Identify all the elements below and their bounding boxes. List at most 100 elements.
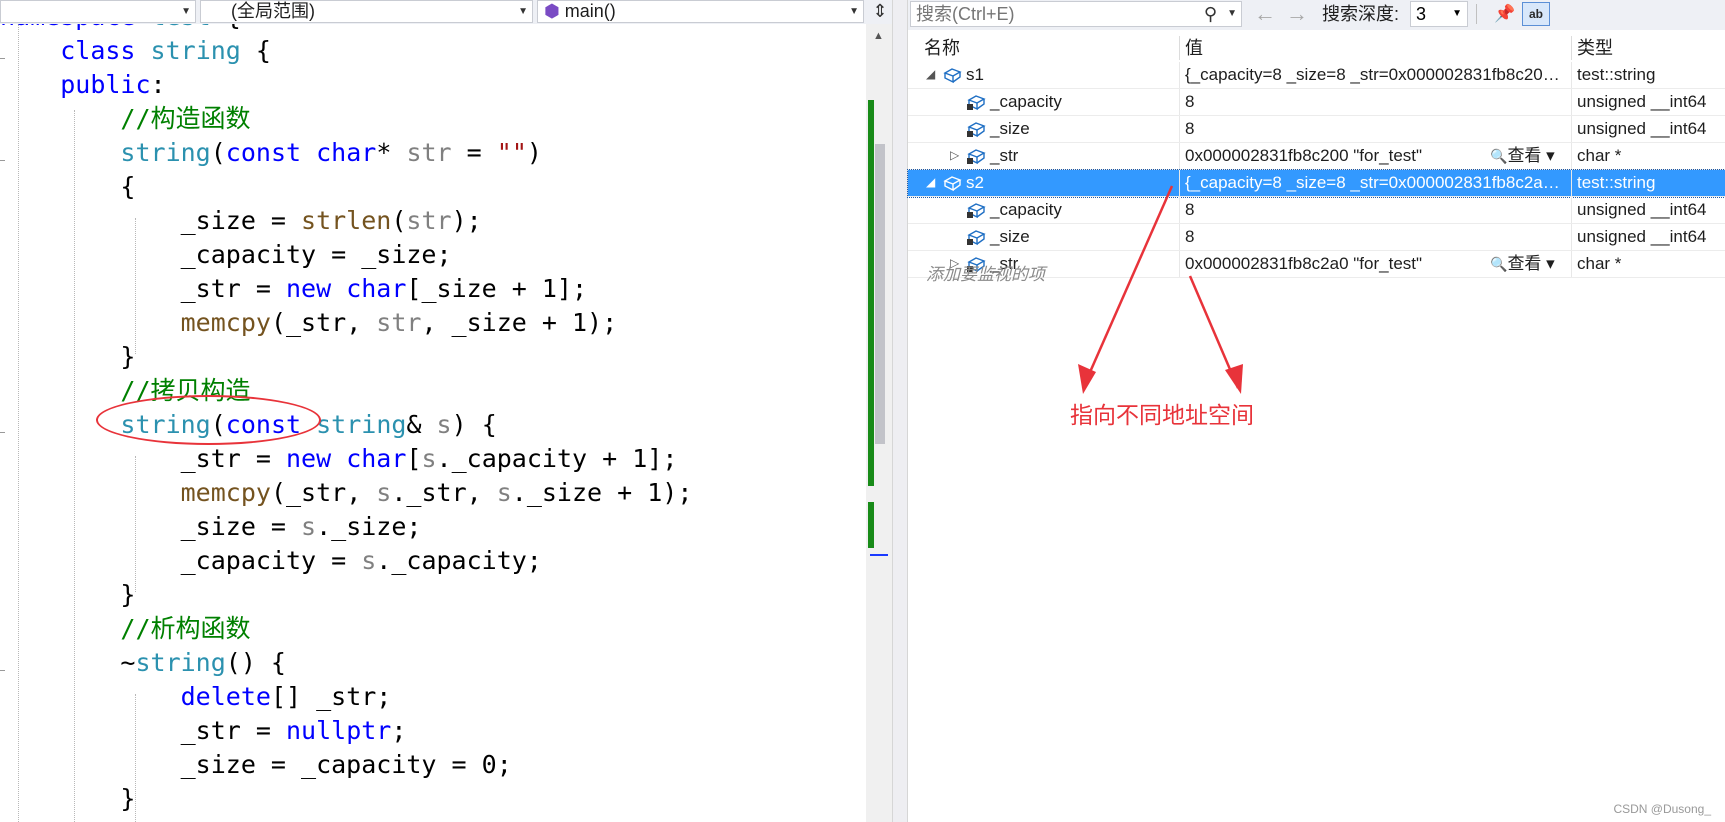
hex-display-icon[interactable]: ab [1522, 2, 1550, 26]
expand-toggle-icon[interactable]: ▷ [950, 143, 959, 168]
column-divider [1571, 89, 1572, 115]
annotation-circle [96, 395, 321, 445]
column-divider [1179, 197, 1180, 223]
watch-row[interactable]: ▷ _str 0x000002831fb8c200 "for_test" 🔍查看 ▾ c… [908, 143, 1725, 170]
visualizer-button[interactable]: 🔍查看 ▾ [1490, 251, 1555, 277]
watch-row-value[interactable]: 8 [1185, 197, 1565, 222]
watch-row[interactable]: _size 8 unsigned __int64 [908, 116, 1725, 143]
search-depth-select[interactable]: 3 ▼ [1410, 1, 1468, 27]
code-line: _str = new char[_size + 1]; [0, 274, 588, 303]
code-line: public: [60, 70, 166, 99]
add-watch-item[interactable]: 添加要监视的项 [926, 262, 1045, 288]
column-divider[interactable] [1179, 36, 1180, 60]
change-marker [868, 502, 874, 548]
code-editor[interactable]: namespace test { class string { public: … [0, 24, 866, 822]
expand-toggle-icon[interactable]: ◢ [926, 170, 935, 195]
column-divider [1179, 89, 1180, 115]
chevron-down-icon: ▾ [1541, 254, 1555, 273]
panel-splitter[interactable] [892, 0, 908, 822]
visualizer-label: 查看 [1507, 146, 1542, 165]
code-line: string(const char* str = "") [120, 138, 542, 167]
chevron-down-icon[interactable]: ▼ [1227, 2, 1237, 26]
code-line: _str = new char[s._capacity + 1]; [0, 444, 678, 473]
watch-row-value[interactable]: {_capacity=8 _size=8 _str=0x000002831fb8… [1185, 170, 1565, 195]
visualizer-label: 查看 [1507, 254, 1542, 273]
code-line: //构造函数 [120, 104, 251, 133]
column-divider [1571, 251, 1572, 277]
watch-row[interactable]: ◢ s2 {_capacity=8 _size=8 _str=0x000002831… [907, 169, 1725, 198]
column-divider[interactable] [1571, 36, 1572, 60]
watch-row-type: test::string [1577, 173, 1656, 192]
watch-row-type: unsigned __int64 [1577, 200, 1707, 219]
code-line: //拷贝构造 [120, 376, 251, 405]
scroll-up-icon[interactable]: ▲ [873, 30, 884, 42]
change-marker [868, 100, 874, 486]
project-dropdown[interactable]: ▼ [0, 0, 196, 23]
search-icon[interactable]: ⚲ [1204, 2, 1217, 26]
column-divider [1179, 224, 1180, 250]
watch-row-type: char * [1577, 146, 1622, 165]
watch-row-value[interactable]: 0x000002831fb8c200 "for_test" [1185, 143, 1475, 168]
code-line: } [0, 784, 136, 813]
watch-row-name: _capacity [990, 92, 1062, 111]
watch-row-value[interactable]: 0x000002831fb8c2a0 "for_test" [1185, 251, 1475, 276]
watch-row-value[interactable]: {_capacity=8 _size=8 _str=0x000002831fb8… [1185, 62, 1565, 87]
code-line: ~string() { [0, 648, 286, 677]
watch-row-value[interactable]: 8 [1185, 224, 1565, 249]
search-previous-button[interactable]: ← [1254, 2, 1276, 26]
member-dropdown[interactable]: ⬢ main() ▼ [537, 0, 864, 23]
watch-row-name: _size [990, 227, 1030, 246]
object-icon [943, 68, 962, 84]
watch-row-name: _capacity [990, 200, 1062, 219]
code-line: { [0, 172, 136, 201]
code-line: //析构函数 [120, 614, 251, 643]
column-divider [1571, 170, 1572, 196]
column-divider [1571, 116, 1572, 142]
search-depth-label: 搜索深度: [1322, 4, 1400, 24]
visualizer-button[interactable]: 🔍查看 ▾ [1490, 143, 1555, 169]
column-divider [1571, 224, 1572, 250]
watch-rows: ◢ s1 {_capacity=8 _size=8 _str=0x000002831… [907, 62, 1725, 278]
column-divider [1179, 170, 1180, 196]
watch-row[interactable]: _size 8 unsigned __int64 [908, 224, 1725, 251]
column-header-name[interactable]: 名称 [924, 34, 960, 62]
watch-search-input[interactable]: 搜索(Ctrl+E) ⚲ ▼ [910, 1, 1242, 27]
column-header-value[interactable]: 值 [1185, 34, 1203, 62]
split-window-button[interactable]: ⇕ [868, 0, 892, 23]
column-divider [1571, 197, 1572, 223]
watch-row-name: s1 [966, 65, 984, 84]
watch-row[interactable]: _capacity 8 unsigned __int64 [908, 89, 1725, 116]
watch-window: 搜索(Ctrl+E) ⚲ ▼ ← → 搜索深度: 3 ▼ 📌 ab 名称 值 类… [907, 0, 1725, 822]
code-line: _size = s._size; [0, 512, 422, 541]
code-line: } [0, 580, 136, 609]
watch-row-name: _str [990, 146, 1019, 165]
watch-column-headers: 名称 值 类型 [908, 34, 1725, 62]
column-divider [1179, 116, 1180, 142]
watch-row-value[interactable]: 8 [1185, 89, 1565, 114]
member-lock-icon [967, 230, 986, 246]
search-next-button[interactable]: → [1286, 2, 1308, 26]
column-header-type[interactable]: 类型 [1577, 34, 1613, 62]
code-line: namespace test { [0, 24, 692, 34]
watch-row[interactable]: ◢ s1 {_capacity=8 _size=8 _str=0x000002831… [908, 62, 1725, 89]
caret-position-marker [870, 554, 888, 556]
code-line: _str = nullptr; [0, 716, 407, 745]
expand-toggle-icon[interactable]: ◢ [926, 62, 935, 87]
object-icon [943, 176, 962, 192]
watch-row-name: s2 [966, 173, 984, 192]
watch-row-type: char * [1577, 254, 1622, 273]
column-divider [1571, 143, 1572, 169]
code-line: _size = _capacity = 0; [0, 750, 512, 779]
chevron-down-icon: ▼ [1452, 8, 1462, 19]
editor-navigation-bar: ▼ (全局范围) ▼ ⬢ main() ▼ ⇕ [0, 0, 900, 25]
chevron-down-icon: ▼ [518, 6, 528, 17]
watch-row-value[interactable]: 8 [1185, 116, 1565, 141]
magnifier-icon: 🔍 [1490, 148, 1508, 164]
scrollbar-thumb[interactable] [875, 144, 885, 444]
watch-row[interactable]: _capacity 8 unsigned __int64 [908, 197, 1725, 224]
code-line: _capacity = s._capacity; [0, 546, 542, 575]
pin-icon[interactable]: 📌 [1493, 2, 1517, 26]
editor-scrollbar[interactable]: ▲ [866, 24, 892, 822]
watch-toolbar: 搜索(Ctrl+E) ⚲ ▼ ← → 搜索深度: 3 ▼ 📌 ab [908, 0, 1725, 30]
scope-dropdown[interactable]: (全局范围) ▼ [200, 0, 533, 23]
